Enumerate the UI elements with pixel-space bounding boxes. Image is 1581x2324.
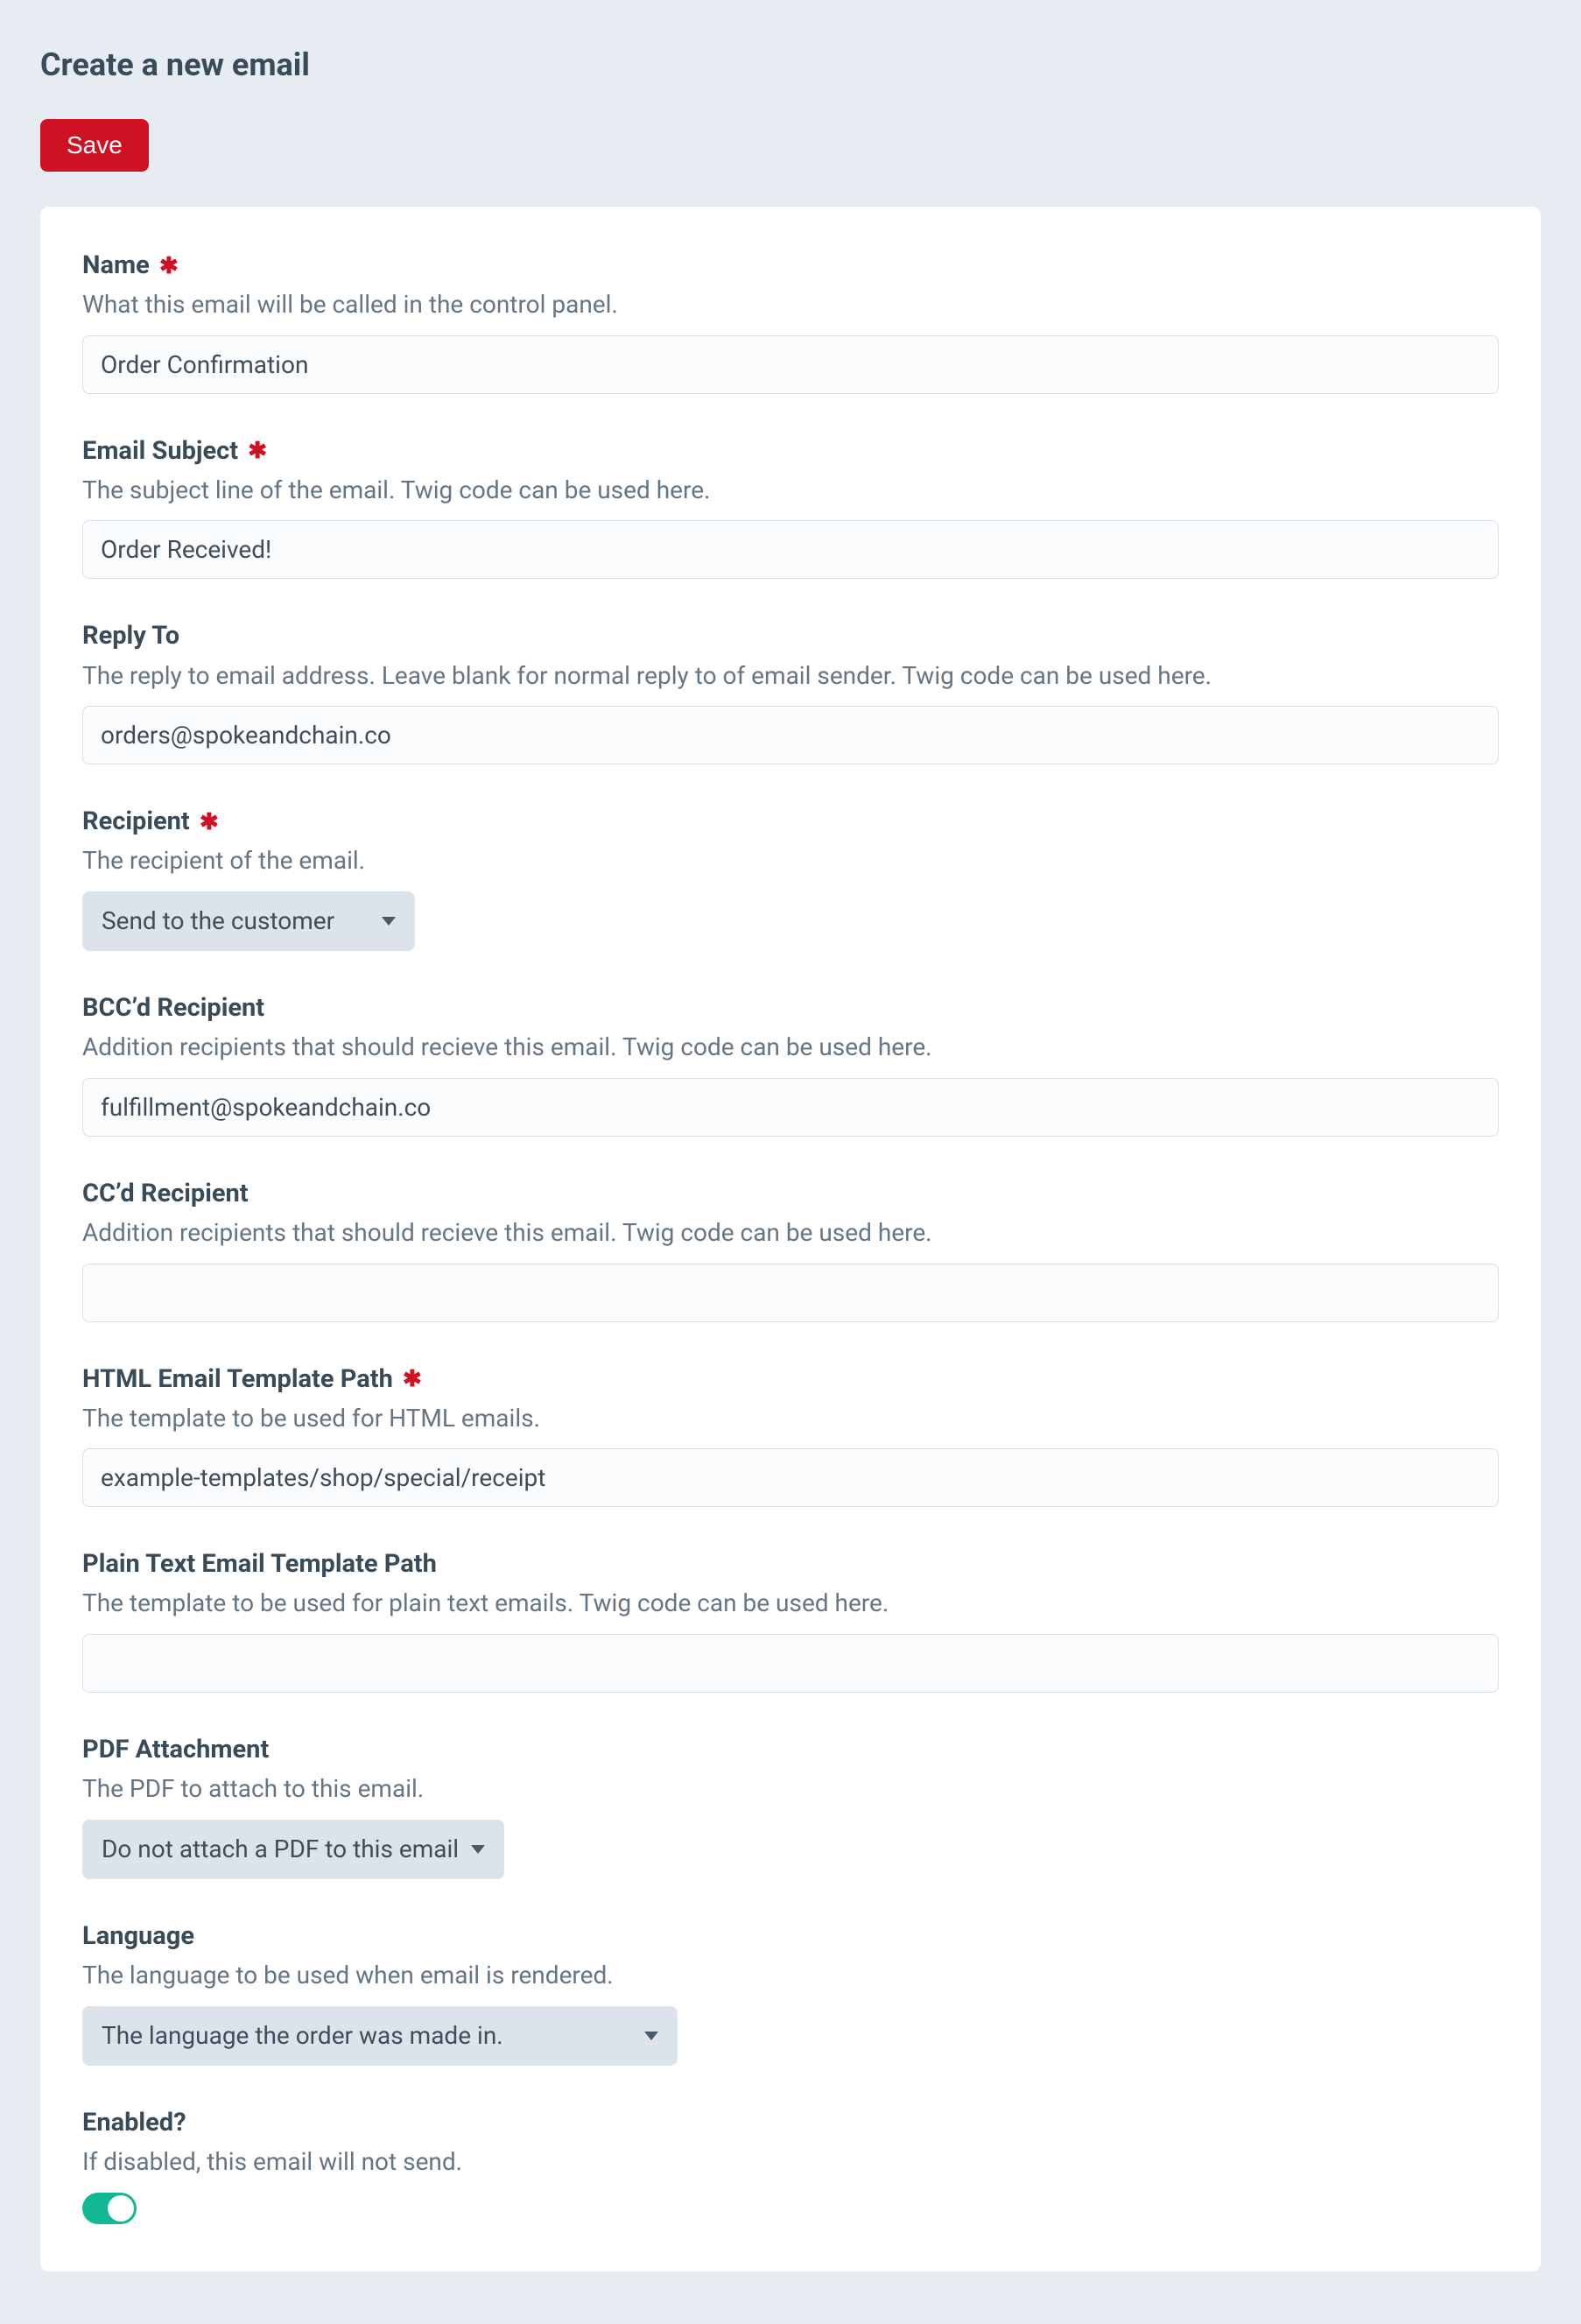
select-pdf[interactable]: Do not attach a PDF to this email — [82, 1820, 504, 1880]
chevron-down-icon — [382, 917, 396, 926]
select-recipient[interactable]: Send to the customer — [82, 891, 415, 952]
field-enabled: Enabled? If disabled, this email will no… — [82, 2104, 1499, 2224]
label-cc-text: CC’d Recipient — [82, 1179, 249, 1208]
input-plain-template[interactable] — [82, 1634, 1499, 1693]
chevron-down-icon — [644, 2032, 658, 2040]
label-reply-to: Reply To — [82, 617, 1499, 654]
field-pdf: PDF Attachment The PDF to attach to this… — [82, 1731, 1499, 1879]
input-bcc[interactable] — [82, 1078, 1499, 1137]
label-cc: CC’d Recipient — [82, 1175, 1499, 1212]
input-name[interactable] — [82, 335, 1499, 394]
label-html-template-text: HTML Email Template Path — [82, 1364, 393, 1394]
label-language: Language — [82, 1918, 1499, 1954]
form-panel: Name ✱ What this email will be called in… — [40, 207, 1541, 2271]
help-html-template: The template to be used for HTML emails. — [82, 1401, 1499, 1437]
label-pdf: PDF Attachment — [82, 1731, 1499, 1768]
label-bcc: BCC’d Recipient — [82, 989, 1499, 1026]
help-language: The language to be used when email is re… — [82, 1958, 1499, 1994]
page-title: Create a new email — [40, 42, 1541, 88]
toggle-knob — [108, 2195, 134, 2222]
field-reply-to: Reply To The reply to email address. Lea… — [82, 617, 1499, 764]
help-reply-to: The reply to email address. Leave blank … — [82, 658, 1499, 694]
help-name: What this email will be called in the co… — [82, 287, 1499, 323]
label-enabled-text: Enabled? — [82, 2108, 186, 2137]
help-subject: The subject line of the email. Twig code… — [82, 473, 1499, 509]
field-plain-template: Plain Text Email Template Path The templ… — [82, 1546, 1499, 1693]
label-reply-to-text: Reply To — [82, 621, 179, 651]
label-recipient: Recipient ✱ — [82, 803, 1499, 840]
field-cc: CC’d Recipient Addition recipients that … — [82, 1175, 1499, 1322]
help-pdf: The PDF to attach to this email. — [82, 1771, 1499, 1807]
label-subject-text: Email Subject — [82, 436, 238, 466]
field-language: Language The language to be used when em… — [82, 1918, 1499, 2066]
label-bcc-text: BCC’d Recipient — [82, 993, 264, 1023]
select-language-value: The language the order was made in. — [102, 2018, 503, 2054]
help-enabled: If disabled, this email will not send. — [82, 2144, 1499, 2180]
help-bcc: Addition recipients that should recieve … — [82, 1030, 1499, 1066]
label-name-text: Name — [82, 250, 150, 280]
label-plain-template: Plain Text Email Template Path — [82, 1546, 1499, 1582]
select-language[interactable]: The language the order was made in. — [82, 2006, 678, 2067]
label-plain-template-text: Plain Text Email Template Path — [82, 1549, 437, 1579]
field-recipient: Recipient ✱ The recipient of the email. … — [82, 803, 1499, 951]
input-subject[interactable] — [82, 520, 1499, 579]
field-name: Name ✱ What this email will be called in… — [82, 247, 1499, 394]
input-cc[interactable] — [82, 1264, 1499, 1322]
field-html-template: HTML Email Template Path ✱ The template … — [82, 1361, 1499, 1508]
label-html-template: HTML Email Template Path ✱ — [82, 1361, 1499, 1398]
required-icon: ✱ — [159, 253, 179, 279]
select-pdf-value: Do not attach a PDF to this email — [102, 1832, 459, 1868]
select-recipient-value: Send to the customer — [102, 904, 334, 940]
label-enabled: Enabled? — [82, 2104, 1499, 2141]
input-html-template[interactable] — [82, 1448, 1499, 1507]
save-button[interactable]: Save — [40, 119, 149, 172]
help-cc: Addition recipients that should recieve … — [82, 1215, 1499, 1251]
label-subject: Email Subject ✱ — [82, 433, 1499, 469]
field-subject: Email Subject ✱ The subject line of the … — [82, 433, 1499, 580]
label-name: Name ✱ — [82, 247, 1499, 284]
chevron-down-icon — [471, 1845, 485, 1854]
field-bcc: BCC’d Recipient Addition recipients that… — [82, 989, 1499, 1137]
label-language-text: Language — [82, 1921, 194, 1951]
required-icon: ✱ — [200, 809, 219, 835]
label-recipient-text: Recipient — [82, 806, 190, 836]
input-reply-to[interactable] — [82, 706, 1499, 764]
help-recipient: The recipient of the email. — [82, 843, 1499, 879]
required-icon: ✱ — [403, 1366, 422, 1392]
label-pdf-text: PDF Attachment — [82, 1735, 269, 1764]
help-plain-template: The template to be used for plain text e… — [82, 1586, 1499, 1622]
toggle-enabled[interactable] — [82, 2193, 137, 2224]
required-icon: ✱ — [248, 438, 267, 464]
